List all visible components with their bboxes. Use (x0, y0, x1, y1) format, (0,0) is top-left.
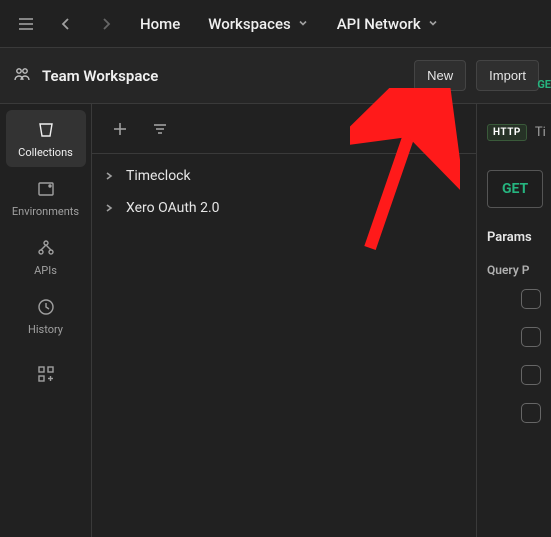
chevron-right-icon (104, 171, 116, 181)
params-tab[interactable]: Params (487, 230, 551, 245)
sidebar-label: APIs (34, 264, 57, 277)
collection-item[interactable]: Xero OAuth 2.0 (92, 192, 476, 224)
param-checkbox[interactable] (521, 403, 541, 423)
method-label: GET (502, 181, 528, 197)
request-tab-title: Ti (535, 125, 546, 140)
collections-toolbar (92, 104, 476, 154)
add-icon[interactable] (102, 111, 138, 147)
method-indicator: GE (537, 78, 551, 91)
filter-icon[interactable] (142, 111, 178, 147)
history-icon (36, 297, 56, 317)
request-panel: HTTP Ti GET Params Query P (476, 104, 551, 537)
nav-workspaces[interactable]: Workspaces (196, 9, 320, 39)
collections-panel: Timeclock Xero OAuth 2.0 (92, 104, 476, 537)
apis-icon (36, 238, 56, 258)
sidebar-item-environments[interactable]: Environments (6, 169, 86, 226)
query-params-heading: Query P (487, 263, 551, 277)
request-tab[interactable]: HTTP Ti (487, 112, 551, 152)
method-selector[interactable]: GET (487, 170, 543, 208)
nav-home-label: Home (140, 15, 180, 33)
hamburger-menu-icon[interactable] (8, 6, 44, 42)
sidebar-item-collections[interactable]: Collections (6, 110, 86, 167)
sidebar-label: Collections (18, 146, 73, 159)
param-checkbox[interactable] (521, 289, 541, 309)
environments-icon (36, 179, 56, 199)
http-badge: HTTP (487, 124, 527, 141)
param-checkbox[interactable] (521, 365, 541, 385)
sidebar-item-history[interactable]: History (6, 287, 86, 344)
query-params-checkboxes (487, 289, 551, 423)
team-icon (12, 64, 32, 88)
sidebar-item-apis[interactable]: APIs (6, 228, 86, 285)
forward-icon[interactable] (88, 6, 124, 42)
nav-home[interactable]: Home (128, 9, 192, 39)
collection-item[interactable]: Timeclock (92, 160, 476, 192)
param-checkbox[interactable] (521, 327, 541, 347)
sidebar-label: History (28, 323, 63, 336)
collection-name: Xero OAuth 2.0 (126, 200, 220, 216)
nav-api-network[interactable]: API Network (325, 9, 451, 39)
main-area: Collections Environments APIs History (0, 104, 551, 537)
chevron-down-icon (427, 15, 439, 33)
sidebar: Collections Environments APIs History (0, 104, 92, 537)
new-button[interactable]: New (414, 60, 466, 91)
workspace-bar: Team Workspace New Import (0, 48, 551, 104)
collections-tree: Timeclock Xero OAuth 2.0 (92, 154, 476, 230)
back-icon[interactable] (48, 6, 84, 42)
chevron-right-icon (104, 203, 116, 213)
import-button[interactable]: Import (476, 60, 539, 91)
nav-api-network-label: API Network (337, 15, 421, 33)
sidebar-item-more[interactable] (6, 354, 86, 392)
collections-icon (36, 120, 56, 140)
chevron-down-icon (297, 15, 309, 33)
grid-add-icon (37, 364, 55, 384)
more-options-icon[interactable] (430, 111, 466, 147)
collection-name: Timeclock (126, 168, 191, 184)
sidebar-label: Environments (12, 205, 79, 218)
top-navbar: Home Workspaces API Network (0, 0, 551, 48)
workspace-title: Team Workspace (42, 67, 404, 85)
nav-workspaces-label: Workspaces (208, 15, 290, 33)
